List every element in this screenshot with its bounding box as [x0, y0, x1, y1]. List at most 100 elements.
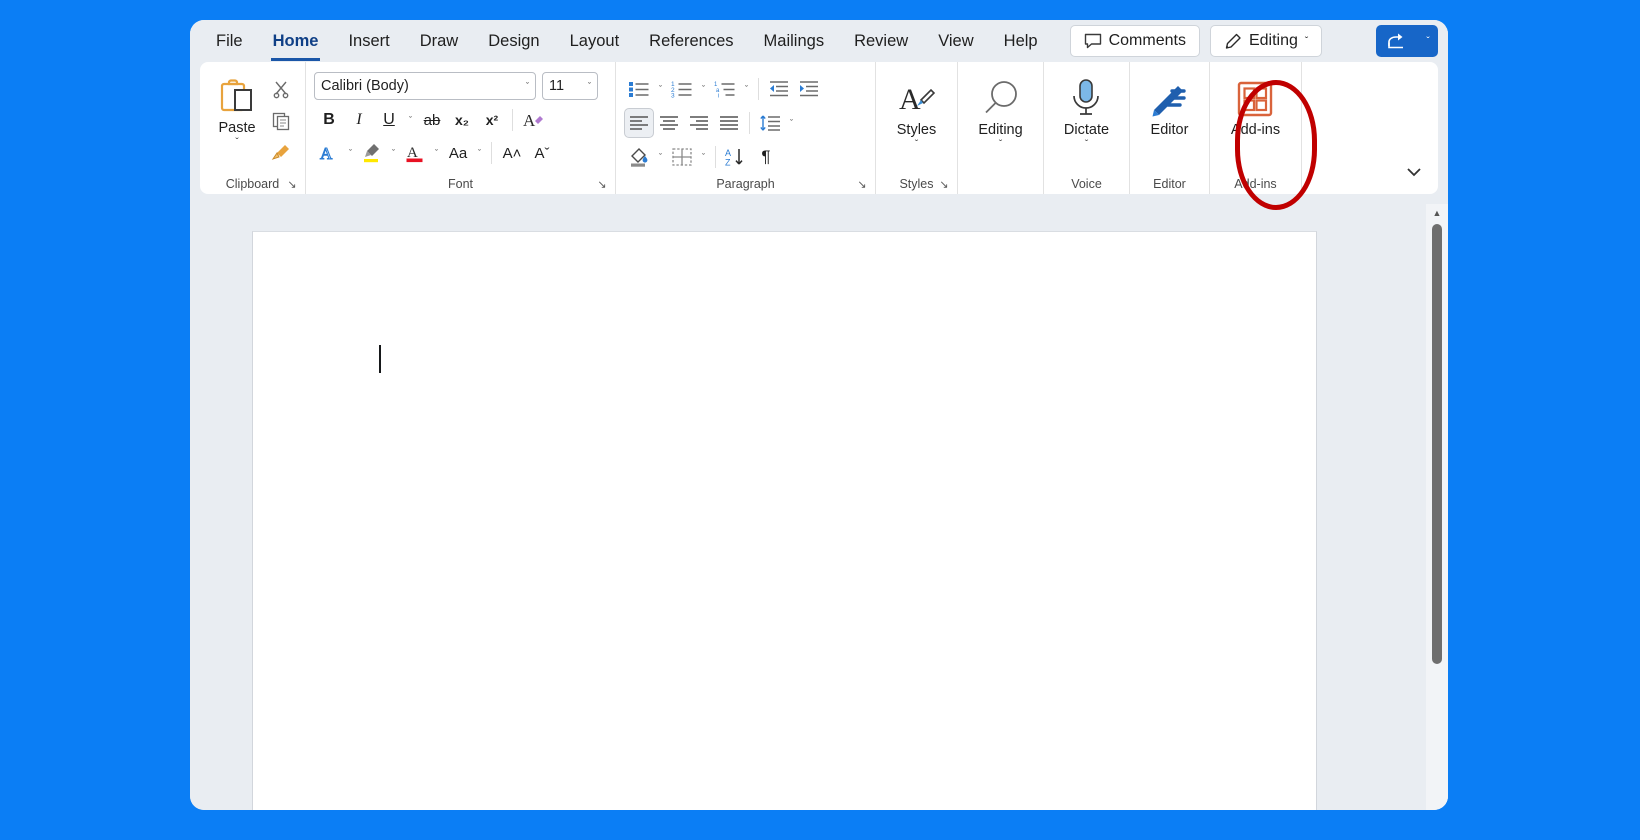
multilevel-list-button[interactable]: 1ai: [710, 74, 740, 104]
font-color-caret[interactable]: ˇ: [430, 148, 443, 158]
tab-label: Review: [854, 31, 909, 50]
line-spacing-button[interactable]: [755, 108, 785, 138]
font-size-input[interactable]: 11 ˇ: [542, 72, 598, 100]
text-highlight-caret[interactable]: ˇ: [387, 148, 400, 158]
subscript-button[interactable]: x₂: [447, 105, 477, 135]
text-effects-caret[interactable]: ˇ: [344, 148, 357, 158]
change-case-caret[interactable]: ˇ: [473, 148, 486, 158]
styles-dialog-launcher[interactable]: ↘: [937, 178, 951, 192]
decrease-indent-button[interactable]: [764, 74, 794, 104]
clipboard-dialog-launcher[interactable]: ↘: [285, 178, 299, 192]
tab-insert[interactable]: Insert: [336, 28, 401, 55]
sort-button[interactable]: AZ: [721, 142, 751, 172]
superscript-button[interactable]: x²: [477, 105, 507, 135]
tab-home[interactable]: Home: [261, 28, 331, 61]
numbering-button[interactable]: 123: [667, 74, 697, 104]
borders-button[interactable]: [667, 142, 697, 172]
scrollbar-thumb[interactable]: [1432, 224, 1442, 664]
ribbon-collapse-button[interactable]: [1406, 166, 1428, 186]
bullets-button[interactable]: [624, 74, 654, 104]
font-name-input[interactable]: Calibri (Body) ˇ: [314, 72, 536, 100]
grow-font-button[interactable]: A˄: [497, 138, 527, 168]
show-formatting-button[interactable]: ¶: [751, 142, 781, 172]
underline-button[interactable]: U: [374, 105, 404, 135]
text-cursor: [379, 345, 381, 373]
tab-design[interactable]: Design: [476, 28, 551, 55]
dictate-label: Dictate: [1063, 122, 1110, 138]
editing-mode-button[interactable]: Editing ˇ: [1209, 25, 1323, 57]
document-area: ▲: [190, 204, 1448, 810]
numbering-caret[interactable]: ˇ: [697, 84, 710, 94]
copy-button[interactable]: [266, 106, 296, 136]
addins-button[interactable]: Add-ins: [1223, 68, 1288, 174]
font-dialog-launcher[interactable]: ↘: [595, 178, 609, 192]
paste-label: Paste: [218, 120, 256, 136]
change-case-button[interactable]: Aa: [443, 138, 473, 168]
tab-label: References: [649, 31, 734, 50]
tab-label: Help: [1003, 31, 1038, 50]
justify-button[interactable]: [714, 108, 744, 138]
svg-text:3: 3: [671, 93, 675, 99]
align-right-button[interactable]: [684, 108, 714, 138]
increase-indent-button[interactable]: [794, 74, 824, 104]
addins-grid-icon: [1234, 78, 1276, 120]
clear-formatting-button[interactable]: A: [518, 105, 548, 135]
comments-button[interactable]: Comments: [1069, 25, 1200, 57]
bold-button[interactable]: B: [314, 105, 344, 135]
chevron-down-icon: ˇ: [998, 139, 1003, 150]
strikethrough-button[interactable]: ab: [417, 105, 447, 135]
chevron-down-icon: ˇ: [914, 139, 919, 150]
bullets-caret[interactable]: ˇ: [654, 84, 667, 94]
italic-button[interactable]: I: [344, 105, 374, 135]
tab-references[interactable]: References: [637, 28, 745, 55]
shading-caret[interactable]: ˇ: [654, 152, 667, 162]
tab-label: View: [938, 31, 974, 50]
borders-caret[interactable]: ˇ: [697, 152, 710, 162]
document-page[interactable]: [252, 231, 1317, 810]
tab-file[interactable]: File: [204, 28, 255, 55]
align-center-button[interactable]: [654, 108, 684, 138]
ribbon-group-paragraph: ˇ 123 ˇ 1ai ˇ ˇ ˇ ˇ A Z ¶ Paragraph ↘: [616, 62, 876, 194]
tab-view[interactable]: View: [926, 28, 985, 55]
dictate-button[interactable]: Dictate ˇ: [1056, 68, 1117, 174]
paragraph-dialog-launcher[interactable]: ↘: [855, 178, 869, 192]
scroll-up-arrow[interactable]: ▲: [1426, 204, 1448, 222]
editor-button[interactable]: Editor: [1140, 68, 1200, 174]
chevron-down-icon: ˇ: [526, 81, 529, 91]
editor-label: Editor: [1150, 122, 1189, 138]
chevron-down-icon: ˇ: [588, 81, 591, 91]
text-effects-button[interactable]: A: [314, 138, 344, 168]
tab-draw[interactable]: Draw: [408, 28, 471, 55]
tab-mailings[interactable]: Mailings: [752, 28, 837, 55]
tab-layout[interactable]: Layout: [558, 28, 632, 55]
vertical-scrollbar[interactable]: ▲: [1426, 204, 1448, 810]
text-highlight-button[interactable]: [357, 138, 387, 168]
tab-label: Layout: [569, 31, 620, 50]
editing-button[interactable]: Editing ˇ: [970, 68, 1030, 174]
share-dropdown-caret[interactable]: ˇ: [1418, 25, 1438, 57]
svg-text:A: A: [320, 144, 333, 163]
paste-button[interactable]: Paste ˇ: [208, 68, 266, 174]
editor-pen-icon: [1148, 78, 1192, 120]
ribbon-group-editing: Editing ˇ: [958, 62, 1044, 194]
multilevel-list-caret[interactable]: ˇ: [740, 84, 753, 94]
align-left-button[interactable]: [624, 108, 654, 138]
font-size-value: 11: [549, 78, 565, 94]
styles-button[interactable]: A Styles ˇ: [887, 68, 947, 174]
format-painter-button[interactable]: [266, 138, 296, 168]
tab-label: Draw: [419, 31, 459, 50]
font-color-button[interactable]: A: [400, 138, 430, 168]
share-button[interactable]: [1376, 25, 1418, 57]
ribbon-group-clipboard: Paste ˇ Clipboard ↘: [200, 62, 306, 194]
underline-caret[interactable]: ˇ: [404, 115, 417, 125]
line-spacing-caret[interactable]: ˇ: [785, 118, 798, 128]
shrink-font-button[interactable]: Aˇ: [527, 138, 557, 168]
tab-help[interactable]: Help: [992, 28, 1050, 55]
tab-review[interactable]: Review: [842, 28, 920, 55]
cut-button[interactable]: [266, 74, 296, 104]
shading-button[interactable]: [624, 142, 654, 172]
addins-label: Add-ins: [1230, 122, 1281, 138]
magnifier-icon: [979, 78, 1023, 120]
tab-label: Mailings: [763, 31, 825, 50]
ribbon-group-editor: Editor Editor: [1130, 62, 1210, 194]
